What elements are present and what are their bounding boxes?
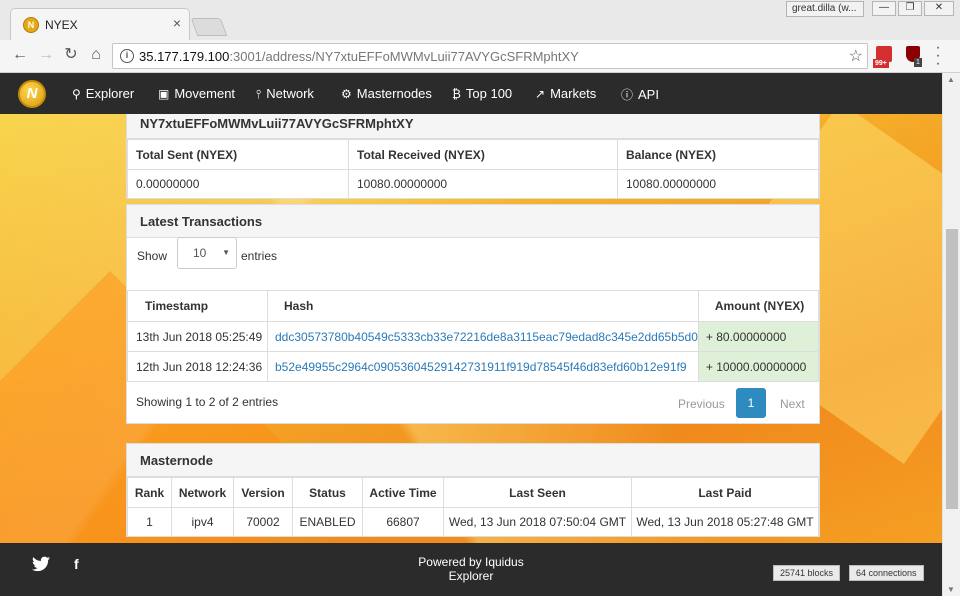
browser-toolbar: ← → ↻ ⌂ i 35.177.179.100:3001/address/NY… bbox=[0, 40, 960, 73]
masternode-panel: Masternode Rank Network Version Status A… bbox=[126, 443, 820, 537]
profile-button[interactable]: great.dilla (w... bbox=[786, 1, 864, 17]
mn-status: ENABLED bbox=[292, 507, 363, 537]
browser-tab[interactable]: N NYEX × bbox=[10, 8, 190, 40]
back-arrow-icon[interactable]: ← bbox=[10, 45, 30, 65]
search-icon: ⚲ bbox=[72, 87, 81, 101]
mn-last-paid: Wed, 13 Jun 2018 05:27:48 GMT bbox=[631, 507, 819, 537]
masternode-title: Masternode bbox=[127, 444, 819, 477]
site-footer: f Powered by Iquidus Explorer 25741 bloc… bbox=[0, 543, 942, 596]
mn-version: 70002 bbox=[233, 507, 293, 537]
active-time-header: Active Time bbox=[362, 477, 444, 508]
connection-count-badge: 64 connections bbox=[849, 565, 924, 581]
pagination-previous[interactable]: Previous bbox=[678, 397, 725, 411]
hash-header[interactable]: Hash bbox=[267, 290, 699, 322]
balance-header: Balance (NYEX) bbox=[617, 139, 819, 170]
site-navbar: N ⚲ Explorer ▣ Movement ⫯ Network ⚙ Masterno… bbox=[0, 73, 942, 114]
tx-amount: + 80.00000000 bbox=[697, 321, 820, 352]
browser-menu-icon[interactable]: · · · bbox=[932, 40, 944, 72]
latest-transactions-title: Latest Transactions bbox=[127, 205, 819, 238]
transactions-table-wrap: Timestamp Hash Amount (NYEX) 13th Jun 20… bbox=[127, 290, 820, 382]
table-info: Showing 1 to 2 of 2 entries bbox=[136, 395, 279, 409]
bookmark-star-icon[interactable]: ☆ bbox=[849, 46, 863, 66]
balance-value: 10080.00000000 bbox=[617, 169, 819, 199]
total-received-value: 10080.00000000 bbox=[348, 169, 618, 199]
page-length-select[interactable]: 10 ▼ bbox=[177, 237, 237, 269]
nav-explorer[interactable]: ⚲ Explorer bbox=[72, 86, 134, 101]
table-row: 1 ipv4 70002 ENABLED 66807 Wed, 13 Jun 2… bbox=[127, 507, 819, 537]
masternode-icon: ⚙ bbox=[341, 87, 352, 101]
latest-transactions-panel: Latest Transactions Show 10 ▼ entries Tim… bbox=[126, 204, 820, 424]
masternode-table: Rank Network Version Status Active Time … bbox=[127, 477, 819, 537]
reload-icon[interactable]: ↻ bbox=[61, 45, 81, 65]
entries-label: entries bbox=[241, 249, 278, 263]
scroll-down-icon[interactable]: ▼ bbox=[947, 585, 955, 594]
mn-last-seen: Wed, 13 Jun 2018 07:50:04 GMT bbox=[443, 507, 632, 537]
block-count-badge: 25741 blocks bbox=[773, 565, 841, 581]
bitcoin-icon: ₿ bbox=[452, 87, 461, 101]
nav-masternodes[interactable]: ⚙ Masternodes bbox=[341, 86, 432, 101]
share-icon: ⫯ bbox=[256, 87, 262, 101]
page-viewport: N ⚲ Explorer ▣ Movement ⫯ Network ⚙ Masterno… bbox=[0, 73, 942, 596]
total-sent-value: 0.00000000 bbox=[127, 169, 349, 199]
rank-header: Rank bbox=[127, 477, 172, 508]
money-icon: ▣ bbox=[158, 87, 170, 101]
nav-markets[interactable]: ↗ Markets bbox=[535, 86, 596, 101]
mn-active-time: 66807 bbox=[362, 507, 444, 537]
last-seen-header: Last Seen bbox=[443, 477, 632, 508]
version-header: Version bbox=[233, 477, 293, 508]
nyex-logo-icon[interactable]: N bbox=[18, 80, 46, 108]
pagination-next[interactable]: Next bbox=[780, 397, 805, 411]
url-text: 35.177.179.100:3001/address/NY7xtuEFFoMW… bbox=[139, 49, 579, 64]
nav-movement[interactable]: ▣ Movement bbox=[158, 86, 235, 101]
page-length-control: Show 10 ▼ entries bbox=[137, 237, 277, 269]
new-tab-button[interactable] bbox=[190, 18, 228, 36]
tx-hash-link[interactable]: ddc30573780b40549c5333cb33e72216de8a3115… bbox=[267, 321, 699, 352]
address-bar[interactable]: i 35.177.179.100:3001/address/NY7xtuEFFo… bbox=[112, 43, 868, 69]
extension-mail-badge: 99+ bbox=[873, 59, 889, 68]
total-received-header: Total Received (NYEX) bbox=[348, 139, 618, 170]
show-label: Show bbox=[137, 249, 168, 263]
mn-network: ipv4 bbox=[171, 507, 234, 537]
address-summary-table: Total Sent (NYEX) Total Received (NYEX) … bbox=[127, 139, 819, 199]
page-scrollbar[interactable]: ▲ ▼ bbox=[942, 73, 960, 596]
line-chart-icon: ↗ bbox=[535, 87, 546, 101]
home-icon[interactable]: ⌂ bbox=[86, 45, 106, 65]
tx-timestamp: 12th Jun 2018 12:24:36 bbox=[127, 351, 268, 382]
tx-hash-link[interactable]: b52e49955c2964c09053604529142731911f919d… bbox=[267, 351, 699, 382]
nav-top-100[interactable]: ₿ Top 100 bbox=[452, 86, 512, 101]
extension-ublock-badge: 1 bbox=[914, 58, 922, 67]
nyex-favicon-icon: N bbox=[23, 17, 39, 33]
table-row: 13th Jun 2018 05:25:49 ddc30573780b40549… bbox=[127, 321, 820, 352]
table-row: 12th Jun 2018 12:24:36 b52e49955c2964c09… bbox=[127, 351, 820, 382]
tab-title: NYEX bbox=[45, 18, 78, 32]
total-sent-header: Total Sent (NYEX) bbox=[127, 139, 349, 170]
restore-button[interactable]: ❐ bbox=[898, 1, 922, 16]
tab-close-icon[interactable]: × bbox=[173, 15, 181, 31]
close-window-button[interactable]: ✕ bbox=[924, 1, 954, 16]
status-header: Status bbox=[292, 477, 363, 508]
transactions-table: Timestamp Hash Amount (NYEX) 13th Jun 20… bbox=[127, 290, 820, 382]
mn-rank: 1 bbox=[127, 507, 172, 537]
forward-arrow-icon[interactable]: → bbox=[36, 45, 56, 65]
nav-api[interactable]: ⓘ API bbox=[621, 86, 659, 103]
site-info-icon[interactable]: i bbox=[120, 49, 134, 63]
last-paid-header: Last Paid bbox=[631, 477, 819, 508]
info-icon: ⓘ bbox=[621, 88, 634, 102]
scroll-up-icon[interactable]: ▲ bbox=[947, 75, 955, 84]
address-summary-panel: NY7xtuEFFoMWMvLuii77AVYGcSFRMphtXY Total… bbox=[126, 107, 820, 199]
network-header: Network bbox=[171, 477, 234, 508]
chevron-down-icon: ▼ bbox=[222, 248, 230, 257]
scrollbar-thumb[interactable] bbox=[946, 229, 958, 509]
amount-header[interactable]: Amount (NYEX) bbox=[697, 290, 820, 322]
minimize-button[interactable]: — bbox=[872, 1, 896, 16]
pagination-page-1[interactable]: 1 bbox=[736, 388, 766, 418]
browser-titlebar: N NYEX × great.dilla (w... — ❐ ✕ bbox=[0, 0, 960, 40]
tx-amount: + 10000.00000000 bbox=[697, 351, 820, 382]
nav-network[interactable]: ⫯ Network bbox=[256, 86, 314, 102]
tx-timestamp: 13th Jun 2018 05:25:49 bbox=[127, 321, 268, 352]
timestamp-header[interactable]: Timestamp bbox=[127, 290, 268, 322]
